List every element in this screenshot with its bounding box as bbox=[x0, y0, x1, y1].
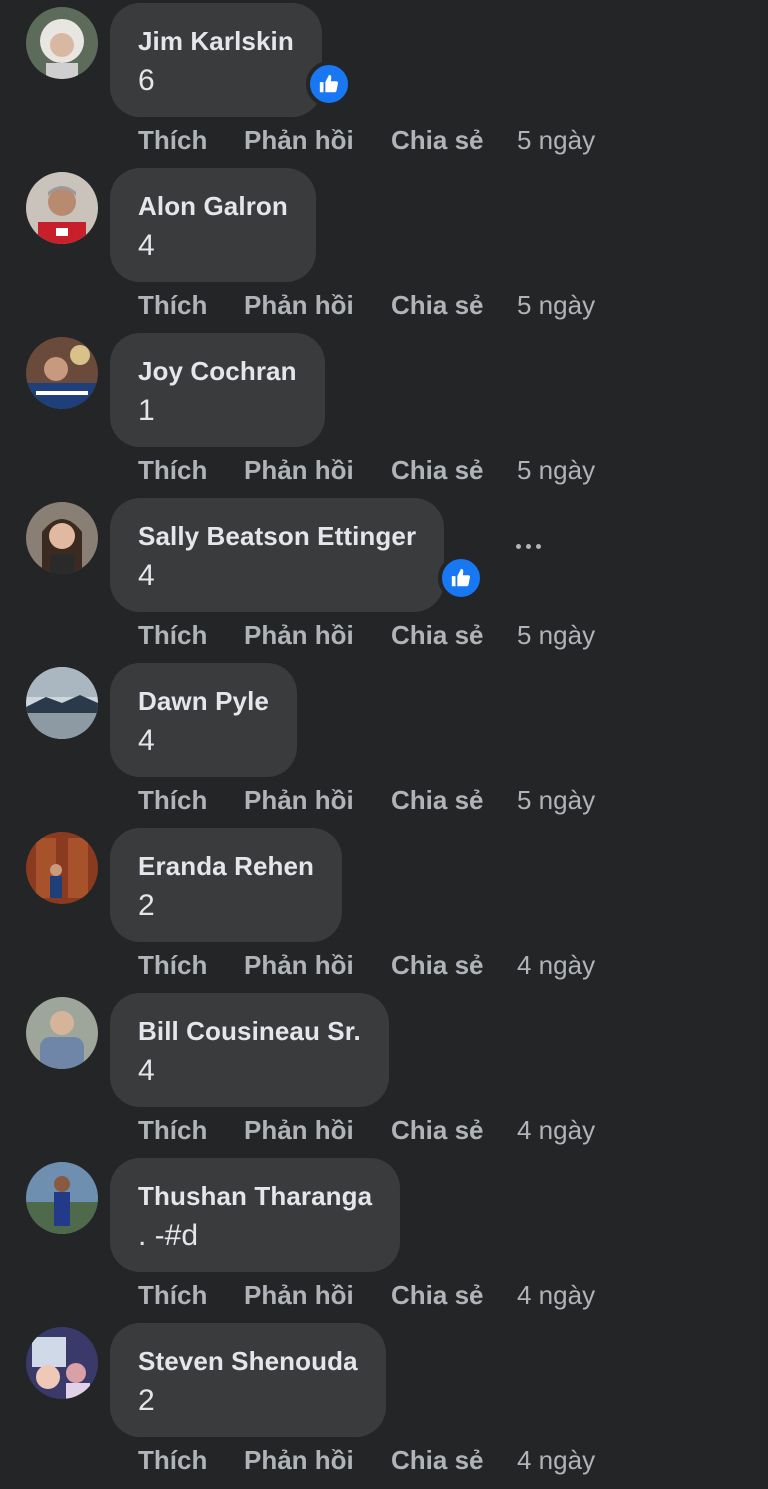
avatar[interactable] bbox=[26, 1162, 98, 1234]
comment-author[interactable]: Dawn Pyle bbox=[138, 685, 269, 717]
comment-author[interactable]: Joy Cochran bbox=[138, 355, 297, 387]
thumbs-up-icon bbox=[451, 568, 471, 587]
comment-item: Joy Cochran 1 Thích Phản hồi Chia sẻ 5 n… bbox=[0, 330, 768, 494]
comment-timestamp[interactable]: 4 ngày bbox=[517, 1110, 595, 1150]
comment-bubble: Bill Cousineau Sr. 4 bbox=[110, 993, 389, 1107]
comment-author[interactable]: Alon Galron bbox=[138, 190, 288, 222]
comment-text: 4 bbox=[138, 559, 155, 592]
comment-bubble: Joy Cochran 1 bbox=[110, 333, 325, 447]
comment-timestamp[interactable]: 4 ngày bbox=[517, 945, 595, 985]
share-button[interactable]: Chia sẻ bbox=[391, 450, 484, 490]
like-button[interactable]: Thích bbox=[138, 1440, 207, 1480]
reply-button[interactable]: Phản hồi bbox=[244, 945, 354, 985]
comment-bubble: Thushan Tharanga . -#d bbox=[110, 1158, 401, 1272]
comment-author[interactable]: Sally Beatson Ettinger bbox=[138, 520, 416, 552]
like-button[interactable]: Thích bbox=[138, 945, 207, 985]
comment-timestamp[interactable]: 5 ngày bbox=[517, 450, 595, 490]
reply-button[interactable]: Phản hồi bbox=[244, 615, 354, 655]
comment-timestamp[interactable]: 5 ngày bbox=[517, 120, 595, 160]
comment-author[interactable]: Bill Cousineau Sr. bbox=[138, 1015, 361, 1047]
like-button[interactable]: Thích bbox=[138, 780, 207, 820]
comment-bubble: Eranda Rehen 2 bbox=[110, 828, 343, 942]
comment-timestamp[interactable]: 5 ngày bbox=[517, 780, 595, 820]
avatar[interactable] bbox=[26, 7, 98, 79]
comment-text: 2 bbox=[138, 1384, 155, 1417]
more-options-button[interactable] bbox=[506, 531, 550, 561]
share-button[interactable]: Chia sẻ bbox=[391, 615, 484, 655]
comment-item: Jim Karlskin 6 Thích Phản hồi Chia sẻ 5 … bbox=[0, 0, 768, 164]
like-reaction-badge[interactable] bbox=[306, 61, 352, 107]
reply-button[interactable]: Phản hồi bbox=[244, 780, 354, 820]
comment-text: 1 bbox=[138, 394, 155, 427]
avatar[interactable] bbox=[26, 502, 98, 574]
avatar[interactable] bbox=[26, 172, 98, 244]
comment-item: Alon Galron 4 Thích Phản hồi Chia sẻ 5 n… bbox=[0, 165, 768, 329]
comment-timestamp[interactable]: 5 ngày bbox=[517, 615, 595, 655]
reply-button[interactable]: Phản hồi bbox=[244, 285, 354, 325]
comment-author[interactable]: Jim Karlskin bbox=[138, 25, 294, 57]
reply-button[interactable]: Phản hồi bbox=[244, 1110, 354, 1150]
comment-author[interactable]: Thushan Tharanga bbox=[138, 1180, 372, 1212]
comment-timestamp[interactable]: 4 ngày bbox=[517, 1275, 595, 1315]
avatar[interactable] bbox=[26, 667, 98, 739]
comment-bubble: Sally Beatson Ettinger 4 bbox=[110, 498, 445, 612]
share-button[interactable]: Chia sẻ bbox=[391, 120, 484, 160]
share-button[interactable]: Chia sẻ bbox=[391, 1440, 484, 1480]
comment-text: 4 bbox=[138, 724, 155, 757]
more-horizontal-icon bbox=[515, 543, 521, 549]
comment-bubble: Dawn Pyle 4 bbox=[110, 663, 297, 777]
comment-item: Steven Shenouda 2 Thích Phản hồi Chia sẻ… bbox=[0, 1320, 768, 1484]
comment-bubble: Alon Galron 4 bbox=[110, 168, 316, 282]
reply-button[interactable]: Phản hồi bbox=[244, 120, 354, 160]
reply-button[interactable]: Phản hồi bbox=[244, 1440, 354, 1480]
comment-item: Bill Cousineau Sr. 4 Thích Phản hồi Chia… bbox=[0, 990, 768, 1154]
like-button[interactable]: Thích bbox=[138, 615, 207, 655]
avatar[interactable] bbox=[26, 1327, 98, 1399]
comment-author[interactable]: Eranda Rehen bbox=[138, 850, 314, 882]
reply-button[interactable]: Phản hồi bbox=[244, 450, 354, 490]
share-button[interactable]: Chia sẻ bbox=[391, 780, 484, 820]
share-button[interactable]: Chia sẻ bbox=[391, 1275, 484, 1315]
avatar[interactable] bbox=[26, 997, 98, 1069]
like-button[interactable]: Thích bbox=[138, 285, 207, 325]
comment-item: Eranda Rehen 2 Thích Phản hồi Chia sẻ 4 … bbox=[0, 825, 768, 989]
like-button[interactable]: Thích bbox=[138, 450, 207, 490]
comment-item: Dawn Pyle 4 Thích Phản hồi Chia sẻ 5 ngà… bbox=[0, 660, 768, 824]
like-reaction-badge[interactable] bbox=[438, 555, 484, 601]
like-button[interactable]: Thích bbox=[138, 1110, 207, 1150]
comment-timestamp[interactable]: 4 ngày bbox=[517, 1440, 595, 1480]
comment-bubble: Steven Shenouda 2 bbox=[110, 1323, 386, 1437]
share-button[interactable]: Chia sẻ bbox=[391, 1110, 484, 1150]
comment-item: Thushan Tharanga . -#d Thích Phản hồi Ch… bbox=[0, 1155, 768, 1319]
like-button[interactable]: Thích bbox=[138, 1275, 207, 1315]
comment-timestamp[interactable]: 5 ngày bbox=[517, 285, 595, 325]
share-button[interactable]: Chia sẻ bbox=[391, 285, 484, 325]
comment-text: 6 bbox=[138, 64, 155, 97]
comment-bubble: Jim Karlskin 6 bbox=[110, 3, 322, 117]
comment-text: . -#d bbox=[138, 1219, 199, 1252]
avatar[interactable] bbox=[26, 337, 98, 409]
comment-text: 4 bbox=[138, 229, 155, 262]
comment-author[interactable]: Steven Shenouda bbox=[138, 1345, 358, 1377]
comment-text: 2 bbox=[138, 889, 155, 922]
avatar[interactable] bbox=[26, 832, 98, 904]
share-button[interactable]: Chia sẻ bbox=[391, 945, 484, 985]
comment-text: 4 bbox=[138, 1054, 155, 1087]
reply-button[interactable]: Phản hồi bbox=[244, 1275, 354, 1315]
comment-item: Sally Beatson Ettinger 4 Thích Phản hồi … bbox=[0, 495, 768, 659]
like-button[interactable]: Thích bbox=[138, 120, 207, 160]
thumbs-up-icon bbox=[319, 74, 339, 93]
